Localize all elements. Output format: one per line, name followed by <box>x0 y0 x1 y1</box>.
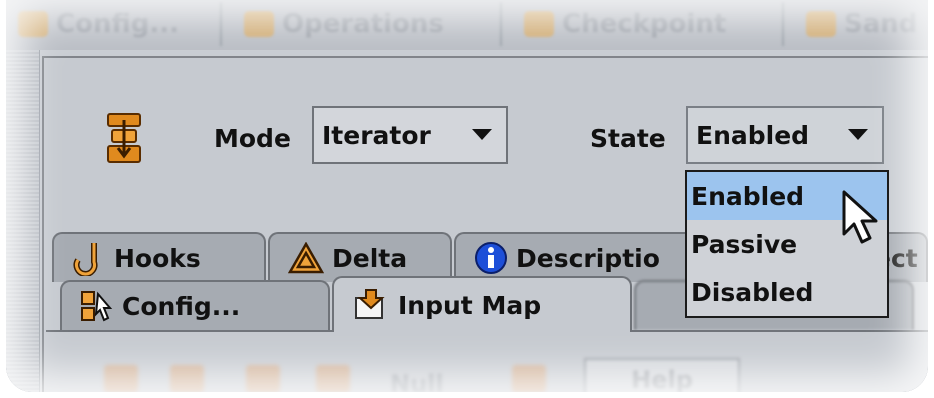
input-map-icon <box>355 289 385 319</box>
tab-label: Descriptio <box>516 243 660 273</box>
tab-label: Config... <box>122 291 241 321</box>
top-tab-label: Sand <box>844 9 918 39</box>
state-label: State <box>590 124 666 153</box>
home-icon[interactable] <box>512 365 546 392</box>
tab-hooks[interactable]: Hooks <box>52 232 266 282</box>
new-icon[interactable] <box>104 365 138 392</box>
link-icon[interactable] <box>316 365 350 392</box>
null-button[interactable]: Null <box>390 370 444 392</box>
state-select-value: Enabled <box>696 120 810 150</box>
tab-description[interactable]: Descriptio <box>454 232 704 282</box>
mode-select[interactable]: Iterator <box>312 106 508 164</box>
sandbox-icon <box>806 11 836 37</box>
top-tab-label: Operations <box>282 9 444 39</box>
mode-select-value: Iterator <box>322 120 431 150</box>
state-select[interactable]: Enabled <box>686 106 884 164</box>
tab-label: Input Map <box>398 290 542 320</box>
tab-label: Delta <box>332 243 408 273</box>
operations-icon <box>244 11 274 37</box>
tab-delta[interactable]: Delta <box>268 232 452 282</box>
delete-icon[interactable] <box>170 365 204 392</box>
info-icon <box>475 242 507 274</box>
edit-icon[interactable] <box>246 365 280 392</box>
top-tab-config[interactable]: Config... <box>6 2 222 46</box>
top-tab-checkpoint[interactable]: Checkpoint <box>512 2 784 46</box>
tab-label: Hooks <box>114 243 201 273</box>
hook-icon <box>73 243 98 276</box>
chevron-down-icon <box>848 129 868 140</box>
tab-input-map[interactable]: Input Map <box>332 276 632 332</box>
warning-delta-icon <box>288 242 324 274</box>
chevron-down-icon <box>472 129 492 140</box>
config-icon <box>18 11 48 37</box>
checkpoint-icon <box>524 11 554 37</box>
mouse-cursor-icon <box>842 190 878 244</box>
left-gutter <box>6 50 40 392</box>
top-tab-label: Config... <box>56 9 179 39</box>
dropdown-option-disabled[interactable]: Disabled <box>687 268 887 316</box>
top-tab-sandbox[interactable]: Sand <box>794 2 928 46</box>
top-tab-operations[interactable]: Operations <box>232 2 502 46</box>
top-tab-label: Checkpoint <box>562 9 727 39</box>
iterator-node-icon <box>107 113 141 163</box>
config-icon <box>81 291 113 322</box>
mode-label: Mode <box>214 124 291 153</box>
tab-config[interactable]: Config... <box>60 280 330 330</box>
help-button[interactable]: Help <box>584 358 740 392</box>
top-tab-bar: Config... Operations Checkpoint Sand <box>6 0 928 50</box>
